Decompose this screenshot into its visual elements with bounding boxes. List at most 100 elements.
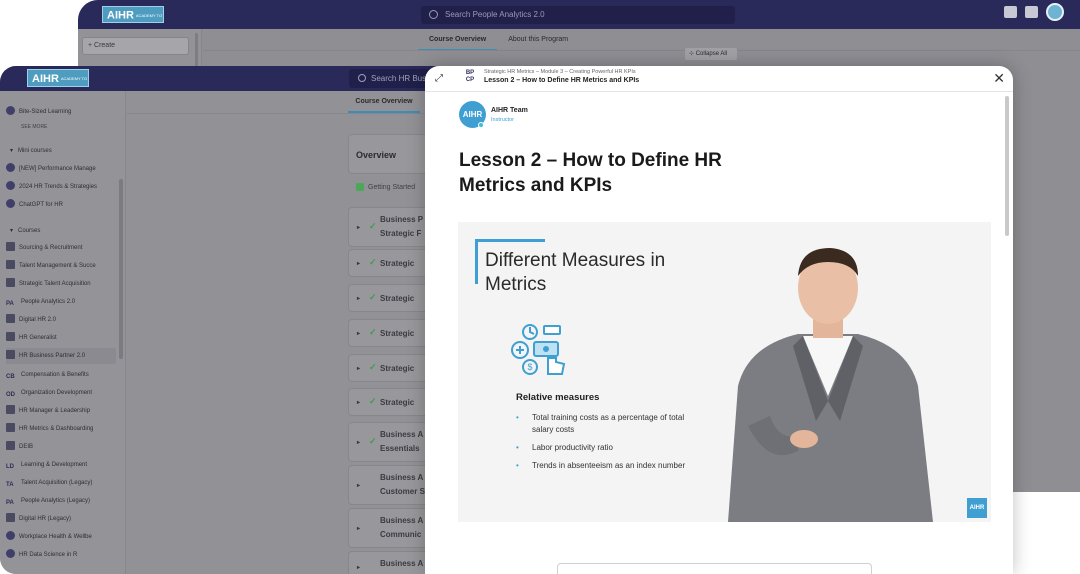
sidebar-item-data-science[interactable]: HR Data Science in R (6, 547, 116, 563)
modal-footer-bar (557, 563, 872, 574)
sidebar-item-org-dev[interactable]: OD Organization Development (6, 385, 116, 401)
module-card[interactable]: ▸ ✓ Strategic (348, 249, 428, 277)
chevron-right-icon: ▸ (357, 526, 361, 532)
slide-title: Different Measures in Metrics (485, 250, 666, 295)
module-card[interactable]: ▸ ✓ Business P Strategic F (348, 207, 428, 247)
close-icon[interactable]: ✕ (993, 71, 1005, 85)
tab-course-overview[interactable]: Course Overview (348, 98, 420, 113)
cb-icon: CB (6, 373, 15, 380)
modal-header: ⤢ BP CP Strategic HR Metrics – Module 3 … (425, 66, 1013, 92)
sidebar-item-strategic-ta[interactable]: Strategic Talent Acquisition (6, 276, 116, 292)
sidebar-item-hrbp[interactable]: HR Business Partner 2.0 (6, 348, 116, 364)
course-code-icon: BP CP (465, 70, 475, 83)
sidebar-scrollbar[interactable] (119, 179, 123, 359)
back-search-input[interactable]: Search People Analytics 2.0 (421, 6, 735, 24)
chevron-right-icon: ▸ (357, 331, 361, 337)
sidebar-item-comp-benefits[interactable]: CB Compensation & Benefits (6, 367, 116, 383)
sidebar-item-ta-legacy[interactable]: TA Talent Acquisition (Legacy) (6, 475, 116, 491)
sidebar-item-bite-sized[interactable]: Bite-Sized Learning (6, 104, 116, 120)
ta-icon: TA (6, 481, 14, 488)
chevron-right-icon: ▸ (357, 366, 361, 372)
sidebar-item-people-analytics[interactable]: PA People Analytics 2.0 (6, 294, 116, 310)
module-card[interactable]: ▸ ✓ Strategic (348, 319, 428, 347)
presenter-figure (728, 248, 933, 522)
check-icon: ✓ (369, 257, 377, 267)
lesson-breadcrumb: Lesson 2 – How to Define HR Metrics and … (484, 77, 640, 84)
module-card[interactable]: ▸ Business A Customer S (348, 465, 428, 505)
verified-badge-icon (478, 122, 484, 128)
pa-icon: PA (6, 300, 14, 307)
module-card[interactable]: ▸ ✓ Strategic (348, 388, 428, 416)
metrics-icon (6, 422, 15, 432)
check-icon: ✓ (369, 362, 377, 372)
tab-about-program[interactable]: About this Program (497, 33, 579, 51)
module-card[interactable]: ▸ ✓ Business A Essentials (348, 422, 428, 462)
create-button[interactable]: + Create (82, 37, 189, 55)
instructor-name: AIHR Team (491, 107, 528, 114)
sidebar-item-hr-trends[interactable]: 2024 HR Trends & Strategies (6, 179, 116, 195)
overview-card[interactable]: Overview (348, 134, 428, 174)
lesson-modal: ⤢ BP CP Strategic HR Metrics – Module 3 … (425, 66, 1013, 574)
module-card[interactable]: ▸ Business A Communic (348, 508, 428, 548)
sidebar-item-digital-hr[interactable]: Digital HR 2.0 (6, 312, 116, 328)
expand-icon[interactable]: ⤢ (435, 74, 445, 84)
svg-text:$: $ (527, 362, 532, 372)
digital-hr-icon (6, 313, 15, 323)
sidebar-item-pa-legacy[interactable]: PA People Analytics (Legacy) (6, 493, 116, 509)
sidebar-item-talent-mgmt[interactable]: Talent Management & Succe (6, 258, 116, 274)
chevron-right-icon: ▸ (357, 261, 361, 267)
chatgpt-icon (6, 198, 15, 208)
slide-accent (475, 239, 478, 284)
back-logo[interactable]: AIHRACADEMY TO INNOVATE HR (102, 6, 164, 35)
sidebar-item-generalist[interactable]: HR Generalist (6, 330, 116, 346)
chevron-right-icon: ▸ (357, 483, 361, 489)
datasci-icon (6, 548, 15, 558)
pa-legacy-icon: PA (6, 499, 14, 506)
slide-accent (475, 239, 545, 242)
module-card[interactable]: ▸ ✓ Strategic (348, 284, 428, 312)
check-icon: ✓ (369, 292, 377, 302)
sidebar-item-chatgpt[interactable]: ChatGPT for HR (6, 197, 116, 213)
lightning-icon (6, 162, 15, 172)
check-icon: ✓ (369, 396, 377, 406)
sidebar-item-hr-manager[interactable]: HR Manager & Leadership (6, 403, 116, 419)
module-card[interactable]: ▸ Business A (348, 551, 428, 574)
lesson-title: Lesson 2 – How to Define HR Metrics and … (459, 150, 722, 196)
courses-header[interactable]: Courses (10, 227, 40, 234)
check-icon: ✓ (369, 327, 377, 337)
deib-icon (6, 440, 15, 450)
video-player[interactable]: Different Measures in Metrics $ Relative… (458, 222, 991, 522)
sidebar-item-wellbeing[interactable]: Workplace Health & Wellbe (6, 529, 116, 545)
back-toolbar-icons (1004, 3, 1064, 21)
front-logo[interactable]: AIHRACADEMY TO INNOVATE HR (27, 69, 89, 99)
sidebar-item-learning-dev[interactable]: LD Learning & Development (6, 457, 116, 473)
module-card[interactable]: ▸ ✓ Strategic (348, 354, 428, 382)
sidebar-item-sourcing[interactable]: Sourcing & Recruitment (6, 240, 116, 256)
see-more-link[interactable]: SEE MORE (21, 124, 47, 130)
modal-scrollbar[interactable] (1005, 96, 1009, 236)
list-item: Labor productivity ratio (516, 442, 706, 454)
tab-course-overview[interactable]: Course Overview (418, 33, 498, 51)
chevron-right-icon: ▸ (357, 400, 361, 406)
list-item: Total training costs as a percentage of … (516, 412, 706, 436)
collapse-all-button[interactable]: ⊹ Collapse All (685, 48, 737, 60)
overview-heading: Overview (356, 150, 397, 160)
hrbp-icon (6, 349, 15, 359)
od-icon: OD (6, 391, 15, 398)
metrics-graphic-icon: $ (511, 324, 566, 375)
sidebar-item-digital-legacy[interactable]: Digital HR (Legacy) (6, 511, 116, 527)
getting-started-item[interactable]: Getting Started (356, 183, 415, 191)
search-icon (358, 74, 366, 82)
back-topbar: AIHRACADEMY TO INNOVATE HR Search People… (78, 0, 1080, 35)
mini-courses-header[interactable]: Mini courses (10, 147, 52, 154)
breadcrumb[interactable]: Strategic HR Metrics – Module 3 – Creati… (484, 69, 636, 75)
sidebar-item-performance[interactable]: [NEW] Performance Manage (6, 161, 116, 177)
sidebar-item-hr-metrics[interactable]: HR Metrics & Dashboarding (6, 421, 116, 437)
notifications-icon[interactable] (1025, 6, 1038, 18)
instructor-role: Instructor (491, 117, 514, 123)
video-logo-badge: AIHR (967, 498, 987, 518)
messages-icon[interactable] (1004, 6, 1017, 18)
avatar[interactable] (1046, 3, 1064, 21)
chevron-right-icon: ▸ (357, 296, 361, 302)
sidebar-item-deib[interactable]: DEIB (6, 439, 116, 455)
